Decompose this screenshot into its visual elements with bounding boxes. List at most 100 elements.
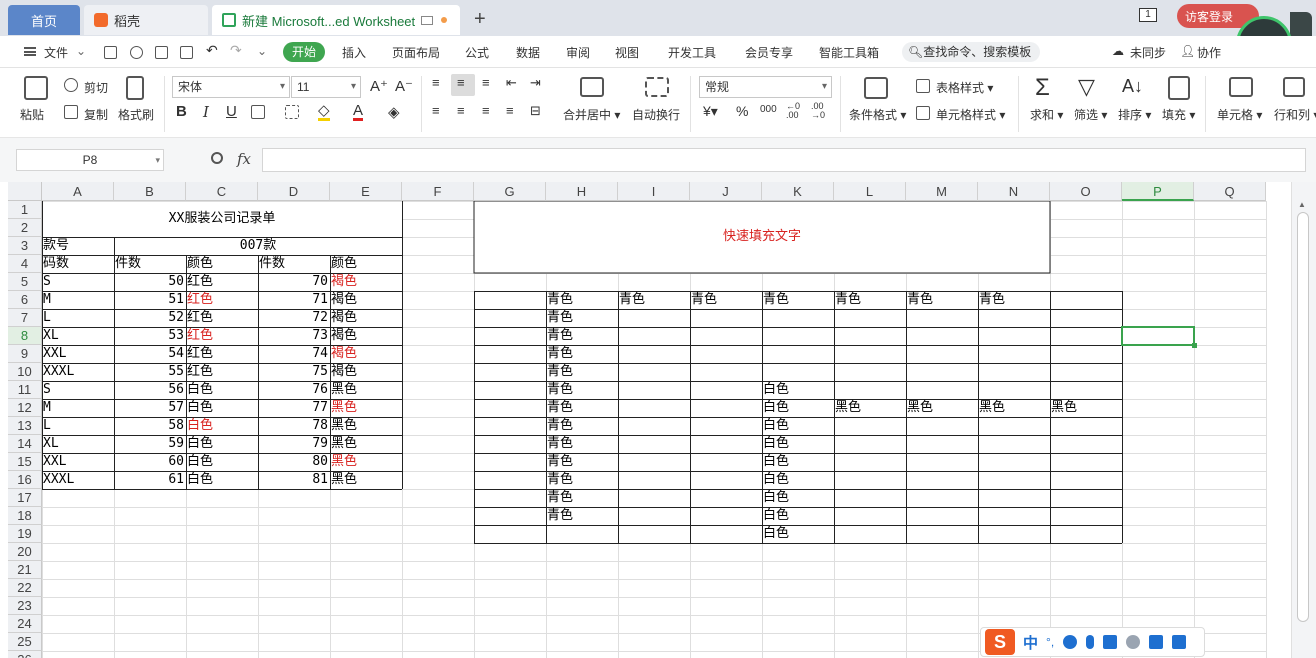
cell-C15[interactable]: 白色 [186, 453, 258, 471]
percent-icon[interactable]: % [736, 103, 748, 119]
cell-H6[interactable]: 青色 [546, 291, 618, 309]
cell-C10[interactable]: 红色 [186, 363, 258, 381]
cell-E16[interactable]: 黑色 [330, 471, 402, 489]
cell-C8[interactable]: 红色 [186, 327, 258, 345]
cell-H18[interactable]: 青色 [546, 507, 618, 525]
paste-icon[interactable] [24, 76, 48, 100]
cell-C7[interactable]: 红色 [186, 309, 258, 327]
cell-C12[interactable]: 白色 [186, 399, 258, 417]
cell-D14[interactable]: 79 [258, 435, 330, 453]
bold-button[interactable]: B [176, 103, 187, 120]
italic-button[interactable]: I [203, 103, 209, 121]
paste-button[interactable]: 粘贴 [20, 106, 44, 123]
scroll-up-arrow-icon[interactable]: ▲ [1298, 200, 1306, 209]
cell-H10[interactable]: 青色 [546, 363, 618, 381]
row-header-26[interactable]: 26 [8, 651, 42, 658]
copy-button[interactable]: 复制 [84, 106, 108, 123]
tab-document[interactable]: 新建 Microsoft...ed Worksheet [212, 5, 460, 35]
cell-A12[interactable]: M [42, 399, 114, 417]
column-header-O[interactable]: O [1050, 182, 1122, 201]
increase-decimal-icon[interactable]: ←0.00 [786, 102, 800, 120]
cell-B9[interactable]: 54 [114, 345, 186, 363]
decrease-decimal-icon[interactable]: .00 →0 [811, 102, 825, 120]
new-tab-plus-icon[interactable]: + [474, 8, 486, 31]
font-size-select[interactable]: 11 [291, 76, 361, 98]
cell-K15[interactable]: 白色 [762, 453, 834, 471]
row-header-24[interactable]: 24 [8, 615, 42, 633]
row-col-icon[interactable] [1283, 77, 1305, 97]
font-name-select[interactable]: 宋体 [172, 76, 290, 98]
merge-center-icon[interactable] [580, 77, 604, 97]
formula-input[interactable] [262, 148, 1306, 172]
cell-O12[interactable]: 黑色 [1050, 399, 1122, 417]
cell-D13[interactable]: 78 [258, 417, 330, 435]
distributed-icon[interactable]: ⊟ [530, 103, 541, 119]
print-preview-icon[interactable] [180, 46, 193, 59]
command-search[interactable]: 🔍︎查找命令、搜索模板 [902, 42, 1040, 62]
row-header-15[interactable]: 15 [8, 453, 42, 471]
quick-access-chevron-icon[interactable]: ⌄ [257, 44, 267, 58]
cell-E5[interactable]: 褐色 [330, 273, 402, 291]
collab-button[interactable]: 协作 [1197, 44, 1221, 61]
zoom-lookup-icon[interactable] [211, 152, 223, 164]
menu-formulas[interactable]: 公式 [465, 44, 489, 61]
row-header-23[interactable]: 23 [8, 597, 42, 615]
cell-D12[interactable]: 77 [258, 399, 330, 417]
cell-E8[interactable]: 褐色 [330, 327, 402, 345]
increase-font-icon[interactable]: A⁺ [370, 77, 388, 95]
tab-daoke[interactable]: 稻壳 [84, 5, 208, 35]
cell-fill-pattern-icon[interactable] [285, 105, 299, 119]
cell-A8[interactable]: XL [42, 327, 114, 345]
align-right-icon[interactable]: ≡ [482, 103, 490, 118]
row-header-10[interactable]: 10 [8, 363, 42, 381]
cell-K6[interactable]: 青色 [762, 291, 834, 309]
fill-title-text[interactable]: 快速填充文字 [474, 201, 1050, 273]
menu-smart-toolbox[interactable]: 智能工具箱 [819, 44, 879, 61]
cell-B16[interactable]: 61 [114, 471, 186, 489]
column-header-B[interactable]: B [114, 182, 186, 201]
cell-E13[interactable]: 黑色 [330, 417, 402, 435]
cell-B4[interactable]: 件数 [114, 255, 186, 273]
spreadsheet-grid[interactable]: XX服装公司记录单 款号 007款 码数 件数 颜色 件数 颜色 S 50 红色 70 褐色 M 51 红色 7… [8, 182, 1291, 658]
currency-icon[interactable]: ¥▾ [703, 103, 718, 120]
cell-D10[interactable]: 75 [258, 363, 330, 381]
cell-A14[interactable]: XL [42, 435, 114, 453]
cell-B8[interactable]: 53 [114, 327, 186, 345]
column-header-L[interactable]: L [834, 182, 906, 201]
cell-K14[interactable]: 白色 [762, 435, 834, 453]
number-format-select[interactable]: 常规 [699, 76, 832, 98]
cell-A4[interactable]: 码数 [42, 255, 114, 273]
cell-E14[interactable]: 黑色 [330, 435, 402, 453]
cell-D4[interactable]: 件数 [258, 255, 330, 273]
fill-down-icon[interactable] [1168, 76, 1190, 100]
row-header-2[interactable]: 2 [8, 219, 42, 237]
column-header-I[interactable]: I [618, 182, 690, 201]
underline-button[interactable]: U [226, 103, 237, 120]
sum-icon[interactable]: Σ [1035, 74, 1050, 102]
clear-format-icon[interactable]: ◈ [388, 103, 400, 121]
menu-member[interactable]: 会员专享 [745, 44, 793, 61]
row-header-8[interactable]: 8 [8, 327, 42, 345]
cell-K17[interactable]: 白色 [762, 489, 834, 507]
cell-D15[interactable]: 80 [258, 453, 330, 471]
cloud-sync-icon[interactable]: ☁ [1112, 44, 1124, 58]
sogou-logo-icon[interactable]: S [985, 629, 1015, 655]
cut-icon[interactable] [64, 78, 78, 92]
cell-C5[interactable]: 红色 [186, 273, 258, 291]
column-header-J[interactable]: J [690, 182, 762, 201]
file-dropdown-chevron-icon[interactable]: ⌄ [76, 44, 86, 58]
row-header-11[interactable]: 11 [8, 381, 42, 399]
cell-H17[interactable]: 青色 [546, 489, 618, 507]
column-header-A[interactable]: A [42, 182, 114, 201]
row-header-6[interactable]: 6 [8, 291, 42, 309]
cell-A13[interactable]: L [42, 417, 114, 435]
cell-B5[interactable]: 50 [114, 273, 186, 291]
ime-language-toggle[interactable]: 中 [1023, 632, 1038, 653]
row-header-5[interactable]: 5 [8, 273, 42, 291]
cell-H13[interactable]: 青色 [546, 417, 618, 435]
column-header-F[interactable]: F [402, 182, 474, 201]
cell-A10[interactable]: XXXL [42, 363, 114, 381]
merge-center-button[interactable]: 合并居中 ▾ [563, 106, 620, 123]
menu-file[interactable]: 文件 [44, 44, 68, 61]
cell-D9[interactable]: 74 [258, 345, 330, 363]
